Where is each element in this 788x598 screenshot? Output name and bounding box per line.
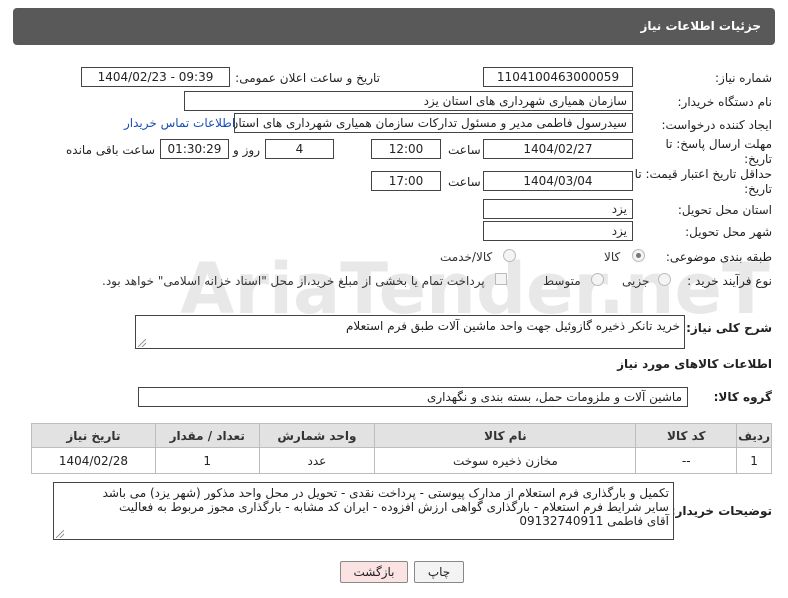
col-row: ردیف xyxy=(736,423,772,448)
buyer-notes-label: توضیحات خریدار: xyxy=(670,504,772,518)
reply-days-field: 4 xyxy=(265,139,334,159)
resize-grip-icon[interactable] xyxy=(56,530,64,538)
print-button[interactable]: چاپ xyxy=(414,561,464,583)
price-validity-label: حداقل تاریخ اعتبار قیمت: تا تاریخ: xyxy=(634,167,772,196)
delivery-city-label: شهر محل تحویل: xyxy=(685,225,772,239)
remaining-time-label: ساعت باقی مانده xyxy=(66,143,156,157)
description-label: شرح کلی نیاز: xyxy=(686,321,772,335)
category-goods-radio[interactable] xyxy=(632,249,645,262)
buyer-notes-line-2: سایر شرایط فرم استعلام - بارگذاری گواهی … xyxy=(118,500,669,514)
cell-unit: عدد xyxy=(258,447,376,474)
requester-field: سیدرسول فاطمی مدیر و مسئول تدارکات سازما… xyxy=(234,113,633,133)
col-qty: تعداد / مقدار xyxy=(154,423,260,448)
buyer-notes-textarea[interactable]: تکمیل و بارگذاری فرم استعلام از مدارک پی… xyxy=(53,482,674,540)
remaining-time-field: 01:30:29 xyxy=(160,139,229,159)
category-goods-service-radio[interactable] xyxy=(503,249,516,262)
price-validity-date-field: 1404/03/04 xyxy=(483,171,633,191)
goods-group-label: گروه کالا: xyxy=(713,390,772,404)
category-goods-option: کالا xyxy=(604,250,621,264)
back-button[interactable]: بازگشت xyxy=(340,561,408,583)
need-number-label: شماره نیاز: xyxy=(715,71,772,85)
purchase-partial-option: جزیی xyxy=(622,274,650,288)
cell-qty: 1 xyxy=(154,447,260,474)
cell-name: مخازن ذخیره سوخت xyxy=(374,447,637,474)
col-unit: واحد شمارش xyxy=(258,423,376,448)
buyer-notes-line-1: تکمیل و بارگذاری فرم استعلام از مدارک پی… xyxy=(102,486,669,500)
reply-deadline-time-field: 12:00 xyxy=(371,139,441,159)
delivery-province-label: استان محل تحویل: xyxy=(677,203,772,217)
buyer-notes-line-3: آقای فاطمی 09132740911 xyxy=(519,514,669,528)
page-title: جزئیات اطلاعات نیاز xyxy=(640,19,761,33)
subject-category-label: طبقه بندی موضوعی: xyxy=(665,250,772,264)
announce-datetime-label: تاریخ و ساعت اعلان عمومی: xyxy=(235,71,380,85)
reply-deadline-time-label: ساعت xyxy=(448,143,481,157)
purchase-partial-radio[interactable] xyxy=(658,273,671,286)
purchase-type-label: نوع فرآیند خرید : xyxy=(687,274,772,288)
price-validity-time-label: ساعت xyxy=(448,175,481,189)
need-number-field: 1104100463000059 xyxy=(483,67,633,87)
resize-grip-icon[interactable] xyxy=(138,339,146,347)
islamic-treasury-checkbox[interactable] xyxy=(495,273,507,285)
price-validity-time-field: 17:00 xyxy=(371,171,441,191)
payment-note: پرداخت تمام یا بخشی از مبلغ خرید،از محل … xyxy=(102,274,485,288)
delivery-province-field: یزد xyxy=(483,199,633,219)
delivery-city-field: یزد xyxy=(483,221,633,241)
buyer-contact-link[interactable]: اطلاعات تماس خریدار xyxy=(124,116,235,130)
cell-need-date: 1404/02/28 xyxy=(31,447,156,474)
category-goods-service-option: کالا/خدمت xyxy=(440,250,493,264)
description-text: خرید تانکر ذخیره گازوئیل جهت واحد ماشین … xyxy=(345,319,680,333)
col-name: نام کالا xyxy=(374,423,637,448)
page-header: جزئیات اطلاعات نیاز xyxy=(13,8,775,45)
goods-section-title: اطلاعات کالاهای مورد نیاز xyxy=(617,357,772,371)
announce-datetime-field: 1404/02/23 - 09:39 xyxy=(81,67,230,87)
cell-row: 1 xyxy=(736,447,772,474)
description-textarea[interactable]: خرید تانکر ذخیره گازوئیل جهت واحد ماشین … xyxy=(135,315,685,349)
reply-deadline-date-field: 1404/02/27 xyxy=(483,139,633,159)
col-code: کد کالا xyxy=(635,423,738,448)
reply-days-label: روز و xyxy=(233,143,260,157)
buyer-org-field: سازمان همیاری شهرداری های استان یزد xyxy=(184,91,633,111)
purchase-medium-option: متوسط xyxy=(543,274,581,288)
requester-label: ایجاد کننده درخواست: xyxy=(661,118,772,132)
goods-table: ردیف کد کالا نام کالا واحد شمارش تعداد /… xyxy=(31,423,772,474)
buyer-org-label: نام دستگاه خریدار: xyxy=(677,95,773,109)
cell-code: -- xyxy=(635,447,738,474)
goods-group-field: ماشین آلات و ملزومات حمل، بسته بندی و نگ… xyxy=(138,387,688,407)
purchase-medium-radio[interactable] xyxy=(591,273,604,286)
col-need-date: تاریخ نیاز xyxy=(31,423,156,448)
table-row: 1 -- مخازن ذخیره سوخت عدد 1 1404/02/28 xyxy=(31,447,772,474)
reply-deadline-label: مهلت ارسال پاسخ: تا تاریخ: xyxy=(665,137,772,166)
goods-table-header: ردیف کد کالا نام کالا واحد شمارش تعداد /… xyxy=(31,423,772,448)
